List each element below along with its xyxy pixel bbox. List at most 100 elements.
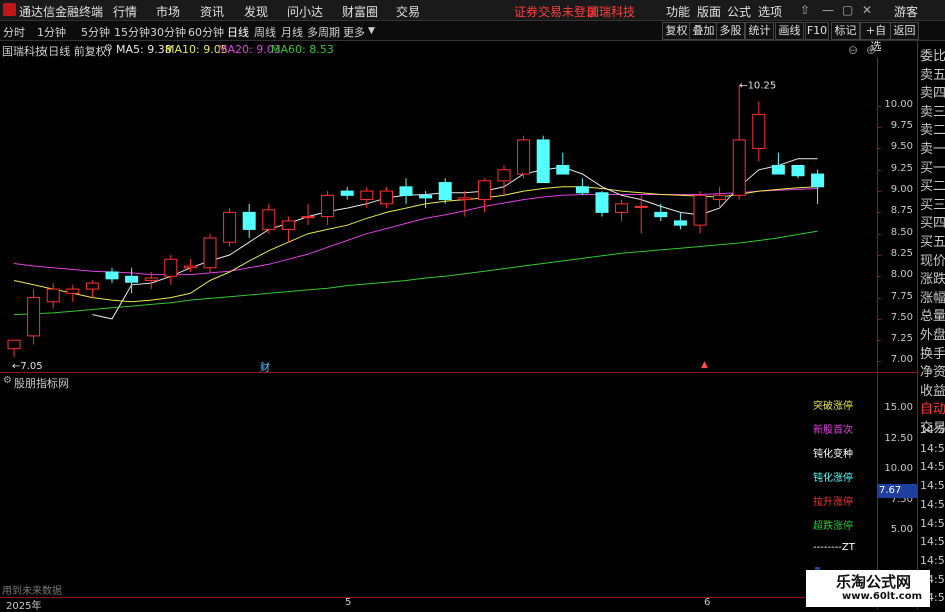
period-tab[interactable]: 周线 xyxy=(254,24,276,40)
legend-item: 钝化变种 xyxy=(813,449,853,460)
y-tick-mark xyxy=(877,127,881,129)
user-label[interactable]: 游客 xyxy=(894,3,918,20)
menu-shichang[interactable]: 市场 xyxy=(156,3,180,20)
magnifier-plus-icon[interactable]: ⊕ xyxy=(866,43,876,57)
tool-duogu[interactable]: 多股 xyxy=(716,22,745,40)
login-status[interactable]: 证券交易未登录 xyxy=(514,3,598,20)
candle[interactable] xyxy=(615,199,629,221)
candle[interactable] xyxy=(301,203,315,226)
candle[interactable] xyxy=(164,254,178,285)
tool-huaxian[interactable]: 画线 xyxy=(775,22,804,40)
settings-icon[interactable]: ⚙ xyxy=(104,43,113,54)
up-arrow-icon[interactable]: ⇧ xyxy=(800,3,810,17)
quote-row-label[interactable]: 自动 xyxy=(920,398,945,417)
period-tab[interactable]: 1分钟 xyxy=(37,24,66,40)
menu-wenxiaoda[interactable]: 问小达 xyxy=(287,3,323,20)
event-marker-icon[interactable]: ▲ xyxy=(701,360,708,370)
period-tab[interactable]: 分时 xyxy=(3,24,25,40)
menu-banmian[interactable]: 版面 xyxy=(697,3,721,20)
candle[interactable] xyxy=(752,101,766,162)
candle[interactable] xyxy=(791,165,805,179)
candle[interactable] xyxy=(732,84,746,200)
period-tab[interactable]: 更多 xyxy=(343,24,365,40)
period-tab[interactable]: 30分钟 xyxy=(150,24,186,40)
candle[interactable] xyxy=(105,267,119,284)
menu-jiaoyi[interactable]: 交易 xyxy=(396,3,420,20)
candle[interactable] xyxy=(223,208,237,247)
period-tab[interactable]: 60分钟 xyxy=(188,24,224,40)
y-tick-mark xyxy=(877,254,881,256)
trade-time: 14:56 xyxy=(920,516,945,530)
candle[interactable] xyxy=(203,233,217,273)
price-chart[interactable]: ←10.25 ←7.05 xyxy=(0,57,917,372)
candle[interactable] xyxy=(7,339,21,358)
app-logo-icon xyxy=(3,3,16,16)
candle[interactable] xyxy=(693,191,707,234)
watermark-url: www.60lt.com xyxy=(842,591,923,602)
trade-time: 14:56 xyxy=(920,535,945,549)
menu-zixun[interactable]: 资讯 xyxy=(200,3,224,20)
quote-row-label: 委比 xyxy=(920,49,945,64)
candle[interactable] xyxy=(654,203,668,221)
menu-gongneng[interactable]: 功能 xyxy=(666,3,690,20)
candle[interactable] xyxy=(771,152,785,175)
candle[interactable] xyxy=(262,203,276,234)
minimize-icon[interactable]: — xyxy=(822,3,834,17)
period-tab[interactable]: 15分钟 xyxy=(114,24,150,40)
menu-gongshi[interactable]: 公式 xyxy=(727,3,751,20)
candle[interactable] xyxy=(458,191,472,217)
candle-body xyxy=(262,209,276,230)
candle[interactable] xyxy=(673,212,687,230)
tool-back[interactable]: 返回 xyxy=(890,22,919,40)
indicator-tick-label: 5.00 xyxy=(890,524,913,535)
candle-body xyxy=(654,211,668,218)
restore-icon[interactable]: ▢ xyxy=(842,3,853,17)
tool-diejia[interactable]: 叠加 xyxy=(689,22,718,40)
candle[interactable] xyxy=(281,216,295,243)
indicator-tick-label: 10.00 xyxy=(884,463,913,474)
candle[interactable] xyxy=(575,178,589,196)
candle[interactable] xyxy=(556,152,570,175)
quote-row-label: 涨幅 xyxy=(920,290,945,306)
magnifier-icon[interactable]: ⊖ xyxy=(848,43,858,57)
candle[interactable] xyxy=(713,186,727,209)
tool-tongji[interactable]: 统计 xyxy=(745,22,774,40)
candle[interactable] xyxy=(399,178,413,204)
candle[interactable] xyxy=(595,191,609,217)
period-tab[interactable]: 5分钟 xyxy=(81,24,110,40)
tool-f10[interactable]: F10 xyxy=(805,22,829,40)
candle-body xyxy=(732,139,746,196)
candle[interactable] xyxy=(46,283,60,309)
candle[interactable] xyxy=(125,267,139,294)
candle[interactable] xyxy=(27,289,41,345)
period-tab[interactable]: 月线 xyxy=(281,24,303,40)
candle[interactable] xyxy=(379,186,393,209)
menu-faxian[interactable]: 发现 xyxy=(244,3,268,20)
candle-body xyxy=(419,194,433,199)
candle[interactable] xyxy=(419,191,433,209)
indicator-settings-icon[interactable]: ⚙ xyxy=(3,375,12,386)
candle[interactable] xyxy=(517,135,531,179)
candle[interactable] xyxy=(66,284,80,302)
period-tab[interactable]: 多周期 xyxy=(307,24,340,40)
trade-time: 14:56 xyxy=(920,553,945,567)
candle[interactable] xyxy=(438,178,452,204)
menu-xuanxiang[interactable]: 选项 xyxy=(758,3,782,20)
close-icon[interactable]: ✕ xyxy=(862,3,872,17)
tool-add-watchlist[interactable]: +自选 xyxy=(860,22,892,53)
candle[interactable] xyxy=(536,135,550,184)
finance-marker[interactable]: 财 xyxy=(260,359,270,374)
period-tab-active[interactable]: 日线 xyxy=(227,24,249,40)
candle[interactable] xyxy=(340,186,354,200)
candle[interactable] xyxy=(321,191,335,226)
candle[interactable] xyxy=(242,203,256,238)
y-tick-mark xyxy=(877,297,881,299)
candle[interactable] xyxy=(85,280,99,298)
menu-caifuquan[interactable]: 财富圈 xyxy=(342,3,378,20)
tool-fuquan[interactable]: 复权 xyxy=(662,22,691,40)
candle[interactable] xyxy=(811,169,825,204)
menu-hangqing[interactable]: 行情 xyxy=(113,3,137,20)
tool-biaoji[interactable]: 标记 xyxy=(831,22,860,40)
chevron-down-icon[interactable]: ▼ xyxy=(368,26,375,36)
candle[interactable] xyxy=(497,165,511,196)
